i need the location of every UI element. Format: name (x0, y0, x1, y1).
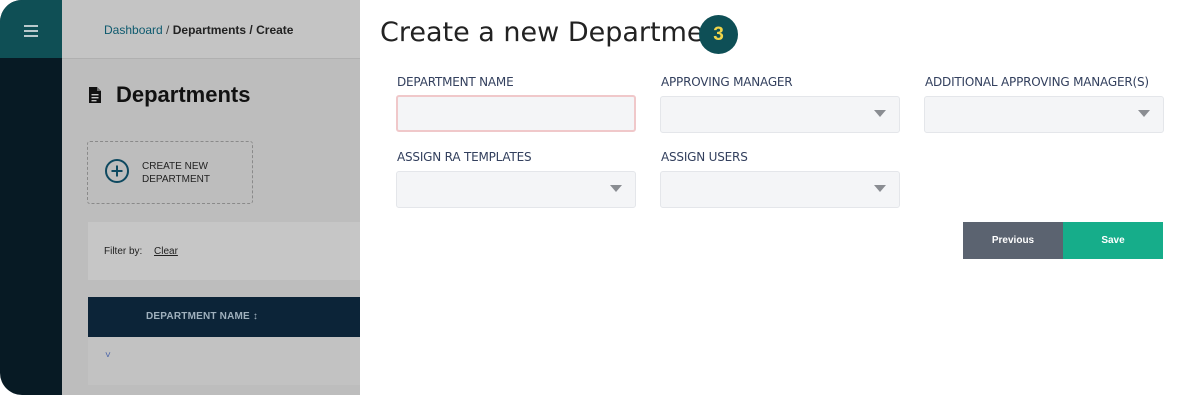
breadcrumb-departments[interactable]: Departments (173, 23, 246, 37)
document-icon (89, 87, 101, 103)
save-button[interactable]: Save (1063, 222, 1163, 259)
filter-clear-link[interactable]: Clear (154, 246, 178, 257)
approving-manager-label: APPROVING MANAGER (661, 75, 793, 89)
dropdown-caret-icon (1138, 110, 1150, 117)
assign-ra-templates-label: ASSIGN RA TEMPLATES (397, 150, 532, 164)
assign-ra-templates-select[interactable] (396, 171, 636, 208)
previous-button[interactable]: Previous (963, 222, 1063, 259)
department-name-input[interactable] (396, 95, 636, 132)
sidebar-header (0, 0, 62, 58)
create-label-line1: CREATE NEW (142, 161, 208, 172)
assign-users-select[interactable] (660, 171, 900, 208)
breadcrumb-separator: / (162, 23, 173, 37)
breadcrumb: Dashboard / Departments / Create (104, 23, 293, 37)
department-name-label: DEPARTMENT NAME (397, 75, 514, 89)
page-heading: Departments (88, 82, 250, 108)
table-row (88, 385, 360, 395)
additional-approving-managers-select[interactable] (924, 96, 1164, 133)
dropdown-caret-icon (874, 110, 886, 117)
panel-title: Create a new Department (380, 17, 732, 48)
step-badge: 3 (699, 15, 738, 54)
table-row[interactable] (88, 337, 360, 386)
create-department-card[interactable]: CREATE NEW DEPARTMENT (87, 141, 253, 204)
column-header-department-name[interactable]: DEPARTMENT NAME ↕ (146, 311, 258, 322)
create-label-line2: DEPARTMENT (142, 174, 210, 185)
page-title: Departments (116, 82, 251, 107)
breadcrumb-dashboard[interactable]: Dashboard (104, 23, 163, 37)
app-frame: Dashboard / Departments / Create Departm… (0, 0, 1200, 395)
additional-approving-managers-label: ADDITIONAL APPROVING MANAGER(S) (925, 75, 1149, 89)
approving-manager-select[interactable] (660, 96, 900, 133)
dropdown-caret-icon (874, 185, 886, 192)
chevron-down-icon[interactable]: ˅ (105, 350, 111, 361)
breadcrumb-separator: / (246, 23, 257, 37)
assign-users-label: ASSIGN USERS (661, 150, 748, 164)
filter-label: Filter by: (104, 246, 143, 257)
plus-circle-icon (105, 159, 129, 183)
sidebar (0, 0, 62, 395)
create-department-label: CREATE NEW DEPARTMENT (142, 160, 242, 186)
dropdown-caret-icon (610, 185, 622, 192)
menu-icon[interactable] (24, 25, 38, 40)
breadcrumb-create: Create (256, 23, 294, 37)
